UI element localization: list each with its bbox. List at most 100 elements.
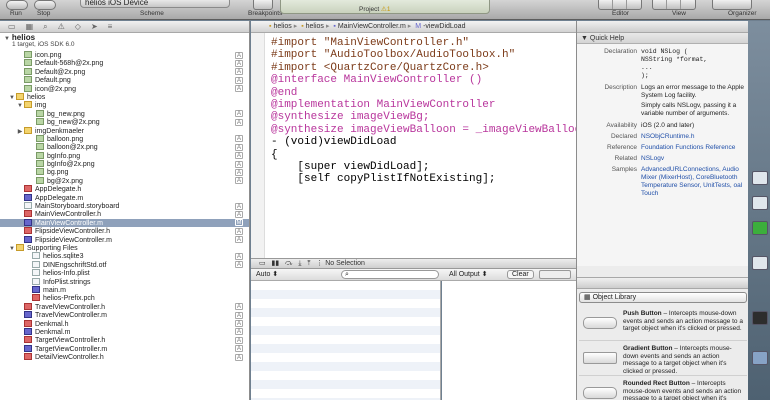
code-line[interactable]: [super viewDidLoad]; [271, 161, 594, 173]
folder-icon[interactable] [752, 351, 768, 365]
tree-item[interactable]: bg_new@2x.png A [0, 118, 249, 126]
pane-toggle-control[interactable] [539, 270, 571, 279]
jump-file[interactable]: MainViewController.m [338, 23, 406, 30]
view-toggle-control[interactable] [652, 0, 696, 10]
scheme-selector[interactable]: helios iOS Device [80, 0, 230, 8]
jump-bar[interactable]: ▪ helios ▸ ▪ helios ▸ ▪ MainViewController… [251, 21, 576, 33]
organizer-button[interactable] [712, 0, 752, 10]
jump-project[interactable]: helios [273, 23, 291, 30]
tree-item[interactable]: FlipsideViewController.m A [0, 235, 249, 244]
tree-item[interactable]: TargetViewController.m A [0, 344, 249, 353]
tree-item[interactable]: balloon.png A [0, 134, 249, 143]
code-line[interactable]: @synthesize imageViewBg; [271, 111, 594, 123]
code-line[interactable]: @interface MainViewController () [271, 74, 594, 86]
tree-item[interactable]: TargetViewController.h A [0, 336, 249, 344]
library-tabs[interactable] [577, 277, 749, 289]
quick-help-header[interactable]: ▼ Quick Help [577, 33, 748, 44]
tree-item[interactable]: helios.sqlite3 A [0, 252, 249, 260]
all-output-popup[interactable]: All Output ⬍ [449, 269, 488, 280]
tree-item[interactable]: Denkmal.h A [0, 319, 249, 328]
tree-item[interactable]: AppDelegate.m [0, 193, 249, 202]
tree-item[interactable]: TravelViewController.h A [0, 302, 249, 311]
tree-item[interactable]: main.m [0, 285, 249, 294]
project-root[interactable]: ▼ helios 1 target, iOS SDK 6.0 [0, 33, 249, 48]
library-item-gradient-button[interactable]: Gradient Button – Intercepts mouse-down … [579, 342, 747, 376]
tree-item[interactable]: bg.png A [0, 168, 249, 176]
tree-item[interactable]: DINEngschriftStd.otf A [0, 260, 249, 269]
stop-button[interactable] [34, 0, 56, 10]
code-line[interactable]: #import "MainViewController.h" [271, 37, 594, 49]
library-selector[interactable]: ▦ Object Library [579, 292, 747, 303]
variable-filter-input[interactable]: ⌕ [341, 270, 439, 279]
tree-item[interactable]: ▼ img [0, 101, 249, 109]
run-button[interactable] [6, 0, 28, 10]
related-link[interactable]: NSLogv [641, 155, 745, 163]
tree-item[interactable]: helios-Info.plist [0, 269, 249, 277]
code-line[interactable]: #import <QuartzCore/QuartzCore.h> [271, 62, 594, 74]
folder-icon [24, 101, 32, 109]
tree-item[interactable]: bg@2x.png A [0, 176, 249, 185]
file-icon [24, 193, 32, 201]
code-line[interactable]: - (void)viewDidLoad [271, 136, 594, 148]
terminal-icon[interactable] [752, 311, 768, 325]
tree-item[interactable]: Denkmal.m A [0, 327, 249, 336]
code-line[interactable]: [self copyPlistIfNotExisting]; [271, 173, 594, 185]
clear-button[interactable]: Clear [507, 270, 534, 279]
desktop-file-icon[interactable] [752, 171, 768, 185]
tree-item[interactable]: ▶ imgDenkmaeler [0, 126, 249, 135]
tree-item[interactable]: MainViewController.m M [0, 218, 249, 228]
green-arrow-icon[interactable] [752, 221, 768, 235]
tree-item[interactable]: Default-568h@2x.png A [0, 59, 249, 67]
jump-group[interactable]: helios [306, 23, 324, 30]
tree-item[interactable]: icon@2x.png A [0, 84, 249, 93]
navigator-tabs[interactable]: ▭ ▦ ⌕ ⚠ ◇ ➤ ≡ [0, 21, 249, 33]
code-line[interactable]: @end [271, 87, 594, 99]
desktop-file-icon[interactable] [752, 256, 768, 270]
tree-item[interactable]: helios-Prefix.pch [0, 294, 249, 302]
tree-item[interactable]: icon.png A [0, 51, 249, 59]
tree-item[interactable]: FlipsideViewController.h A [0, 227, 249, 235]
desktop-file-icon[interactable] [752, 196, 768, 210]
code-line[interactable]: #import "AudioToolbox/AudioToolbox.h" [271, 49, 594, 61]
samples-link[interactable]: AdvancedURLConnections, Audio Mixer (Mix… [641, 166, 745, 198]
inspector-tabs[interactable] [577, 21, 748, 33]
file-icon [24, 202, 32, 210]
tree-item-label: bg_new.png [47, 110, 85, 118]
tree-item[interactable]: ▼ Supporting Files [0, 243, 249, 252]
tree-item[interactable]: MainStoryboard.storyboard A [0, 202, 249, 210]
tree-item[interactable]: bgInfo@2x.png A [0, 160, 249, 168]
tree-item[interactable]: Default.png A [0, 76, 249, 84]
code-line[interactable]: @implementation MainViewController [271, 99, 594, 111]
tree-item[interactable]: bgInfo.png A [0, 151, 249, 160]
reference-link[interactable]: Foundation Functions Reference [641, 144, 745, 152]
source-editor[interactable]: #import "MainViewController.h" #import "A… [251, 33, 594, 258]
tree-item[interactable]: DetailViewController.h A [0, 353, 249, 361]
code-area[interactable]: #import "MainViewController.h" #import "A… [271, 37, 594, 186]
editor-mode-control[interactable] [598, 0, 642, 10]
tree-item[interactable]: TravelViewController.m A [0, 311, 249, 319]
variables-view[interactable] [251, 281, 441, 400]
console-output[interactable] [442, 281, 576, 400]
breakpoints-button[interactable] [253, 0, 273, 10]
tree-item[interactable]: MainViewController.h A [0, 210, 249, 218]
scm-status-badge: A [235, 261, 243, 269]
auto-popup[interactable]: Auto ⬍ [256, 269, 278, 280]
code-line[interactable]: { [271, 149, 594, 161]
quick-help-panel: Declaration void NSLog ( NSString *forma… [577, 44, 748, 266]
tree-item[interactable]: AppDelegate.h [0, 185, 249, 193]
declared-link[interactable]: NSObjCRuntime.h [641, 133, 745, 141]
library-item-push-button[interactable]: Push Button – Intercepts mouse-down even… [579, 307, 747, 341]
tree-item[interactable]: bg_new.png A [0, 109, 249, 118]
tree-item[interactable]: Default@2x.png A [0, 67, 249, 76]
rounded-rect-button-icon [583, 387, 617, 399]
editor-gutter[interactable] [251, 33, 265, 258]
run-label: Run [10, 10, 22, 17]
scm-status-badge: A [235, 118, 243, 126]
jump-method[interactable]: -viewDidLoad [423, 23, 465, 30]
tree-item[interactable]: InfoPlist.strings [0, 277, 249, 286]
code-line[interactable]: @synthesize imageViewBalloon = _imageVie… [271, 124, 594, 136]
file-icon [24, 327, 32, 335]
tree-item[interactable]: balloon@2x.png A [0, 143, 249, 151]
tree-item[interactable]: ▼ helios [0, 92, 249, 101]
library-item-rounded-rect-button[interactable]: Rounded Rect Button – Intercepts mouse-d… [579, 377, 747, 400]
